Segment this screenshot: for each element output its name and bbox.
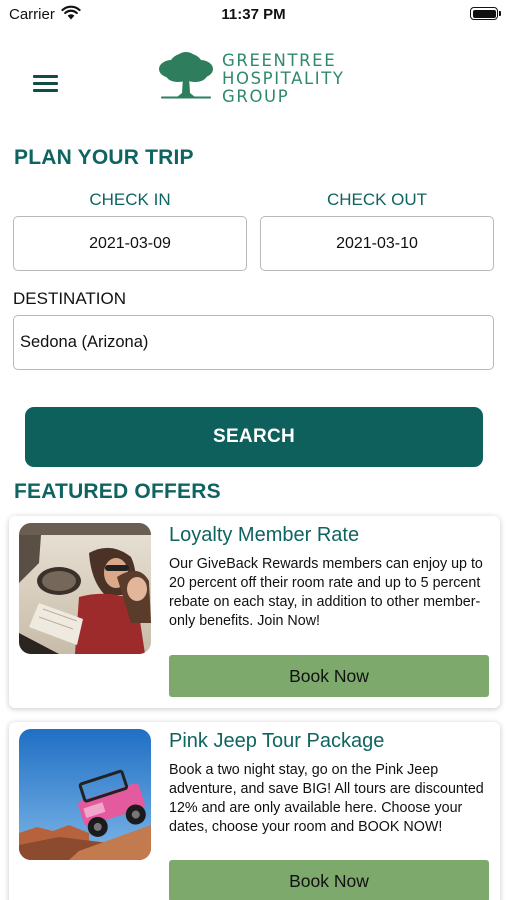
battery-nub [499, 11, 501, 16]
clock: 11:37 PM [221, 6, 286, 23]
destination-field[interactable]: Sedona (Arizona) [13, 315, 494, 370]
tree-logo-icon [159, 52, 213, 99]
company-logo: GREENTREE HOSPITALITY GROUP [155, 50, 365, 106]
book-now-button[interactable]: Book Now [169, 655, 489, 697]
check-out-label: CHECK OUT [326, 190, 428, 209]
company-name-line1: GREENTREE [222, 51, 337, 70]
couple-driving-photo [19, 523, 151, 654]
offer-title: Loyalty Member Rate [169, 524, 360, 546]
offer-card-loyalty: Loyalty Member Rate Our GiveBack Rewards… [9, 516, 500, 708]
check-out-date-field[interactable]: 2021-03-10 [260, 216, 494, 271]
offer-card-pink-jeep: Pink Jeep Tour Package Book a two night … [9, 722, 500, 900]
destination-value: Sedona (Arizona) [20, 333, 149, 351]
hamburger-menu-button[interactable] [30, 72, 60, 94]
company-name-line3: GROUP [222, 87, 290, 106]
battery-icon [470, 7, 498, 20]
search-button[interactable]: SEARCH [25, 407, 483, 467]
featured-offers-heading: FEATURED OFFERS [14, 480, 221, 503]
offer-description: Our GiveBack Rewards members can enjoy u… [169, 556, 483, 629]
status-bar: Carrier 11:37 PM [0, 0, 507, 30]
plan-trip-heading: PLAN YOUR TRIP [14, 146, 194, 169]
destination-label: DESTINATION [13, 289, 127, 308]
pink-jeep-photo [19, 729, 151, 860]
company-name: GREENTREE HOSPITALITY GROUP [222, 52, 345, 106]
check-in-label: CHECK IN [89, 190, 171, 209]
offer-description: Book a two night stay, go on the Pink Je… [169, 762, 484, 835]
check-out-date-value: 2021-03-10 [336, 234, 418, 252]
offer-title: Pink Jeep Tour Package [169, 730, 385, 752]
company-name-line2: HOSPITALITY [222, 69, 345, 88]
check-in-date-field[interactable]: 2021-03-09 [13, 216, 247, 271]
check-in-date-value: 2021-03-09 [89, 234, 171, 252]
book-now-button[interactable]: Book Now [169, 860, 489, 900]
